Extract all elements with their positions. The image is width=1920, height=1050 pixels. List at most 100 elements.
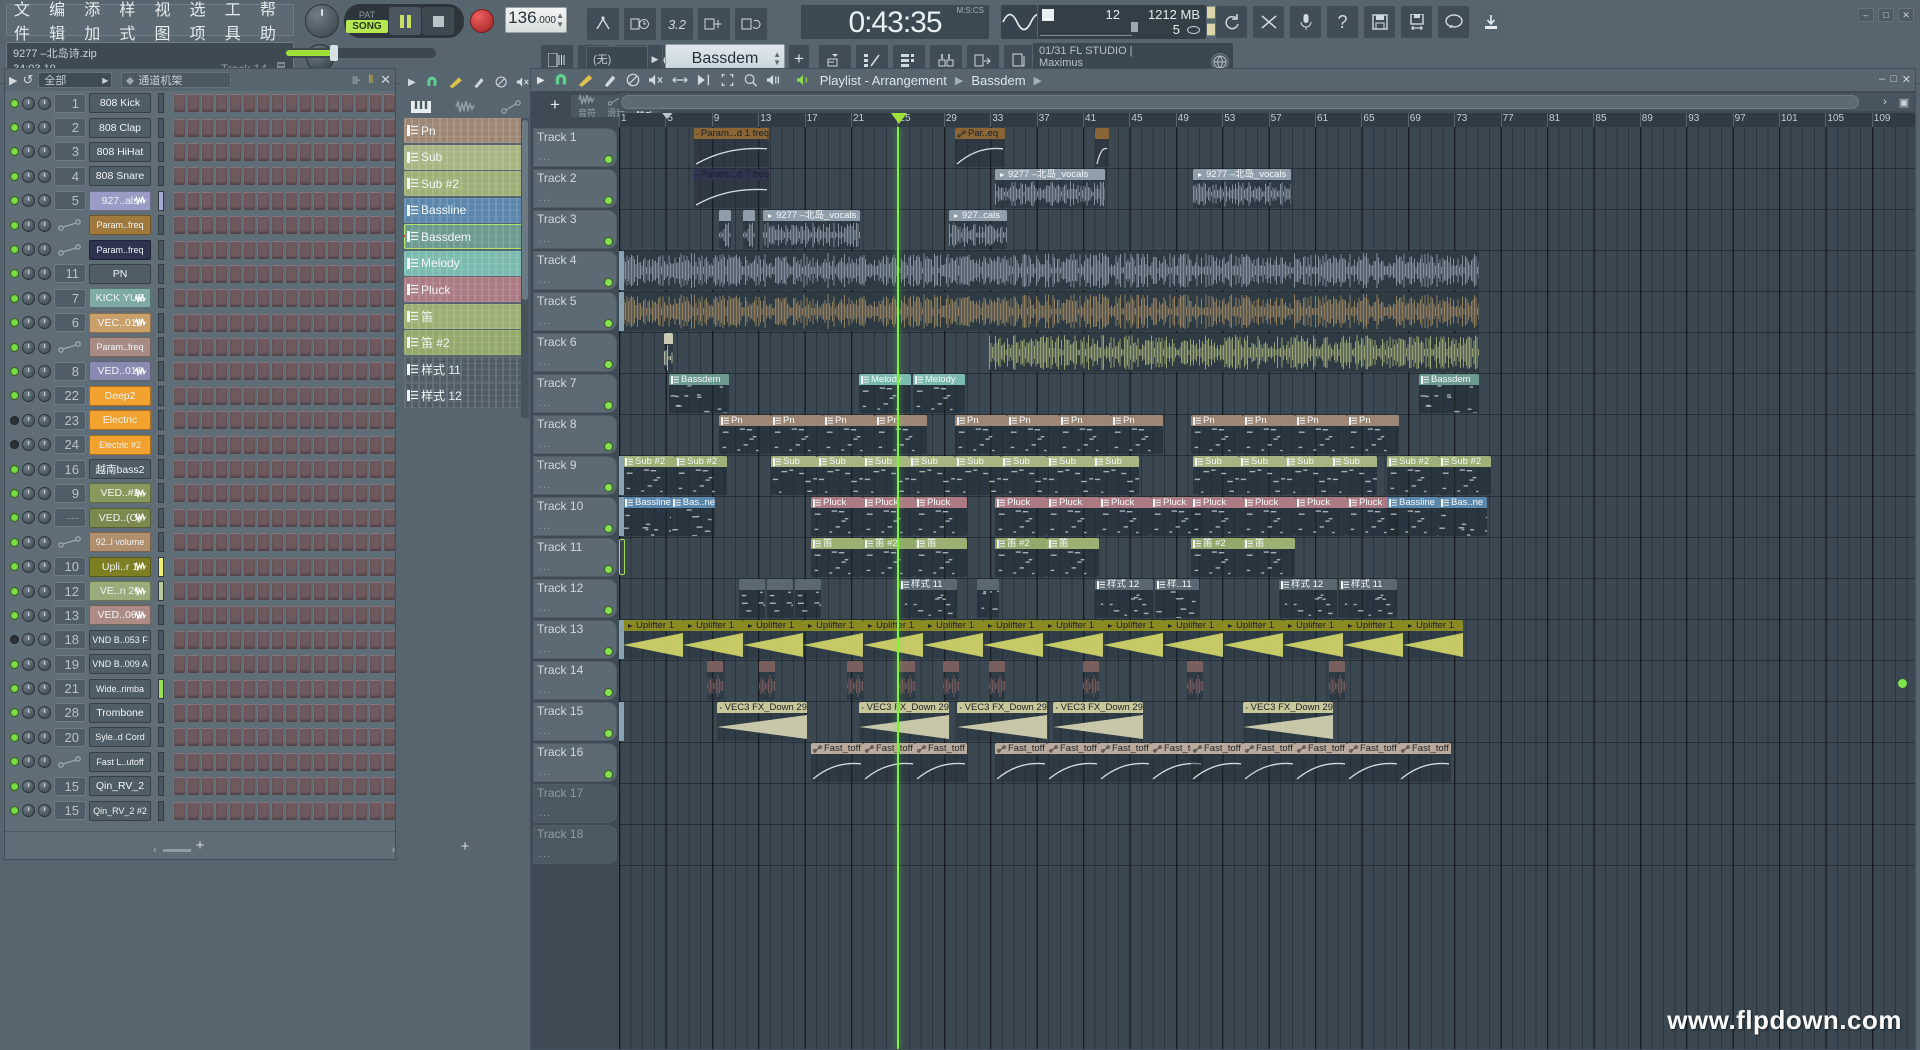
step-cell[interactable] xyxy=(257,777,269,796)
step-cell[interactable] xyxy=(341,655,353,674)
step-cell[interactable] xyxy=(341,289,353,308)
channel-number[interactable]: 20 xyxy=(54,727,86,747)
step-cell[interactable] xyxy=(369,118,381,137)
playlist-clip[interactable]: Pn xyxy=(1347,415,1399,454)
clip-header[interactable]: Sub xyxy=(1285,456,1331,467)
channel-mute-led[interactable] xyxy=(10,464,19,474)
loop-keyboard-icon[interactable] xyxy=(734,7,768,41)
channel-name-button[interactable]: 92..l volume xyxy=(89,532,151,553)
playlist-menu-icon[interactable]: ▶ xyxy=(537,75,545,86)
clip-header[interactable]: Uplifter 1 xyxy=(1283,620,1343,631)
step-cell[interactable] xyxy=(313,240,325,259)
step-cell[interactable] xyxy=(229,435,241,454)
clip-header[interactable]: Fast_toff xyxy=(1347,743,1399,754)
maximize-button[interactable]: □ xyxy=(1878,8,1894,22)
channel-name-button[interactable]: VED..061 xyxy=(89,605,151,626)
help-icon[interactable]: ? xyxy=(1326,5,1359,39)
step-cell[interactable] xyxy=(187,752,199,771)
step-cell[interactable] xyxy=(243,533,255,552)
clip-header[interactable]: Pn xyxy=(1191,415,1243,426)
step-cell[interactable] xyxy=(173,289,185,308)
playlist-clip[interactable] xyxy=(1095,128,1109,167)
refresh-icon[interactable] xyxy=(1215,5,1248,39)
clip-header[interactable]: Fast_toff xyxy=(1399,743,1451,754)
step-cell[interactable] xyxy=(369,435,381,454)
clip-header[interactable]: 笛 #2 xyxy=(995,538,1047,549)
track-enable-led[interactable] xyxy=(604,729,613,738)
step-cell[interactable] xyxy=(257,289,269,308)
clip-header[interactable] xyxy=(719,210,731,221)
step-cell[interactable] xyxy=(383,289,395,308)
playlist-clip[interactable]: Melody xyxy=(859,374,911,413)
playlist-clip[interactable]: Sub xyxy=(909,456,955,495)
clip-header[interactable]: Fast_toff xyxy=(863,743,915,754)
step-cell[interactable] xyxy=(243,557,255,576)
track-enable-led[interactable] xyxy=(604,770,613,779)
channel-pan-knob[interactable] xyxy=(22,194,35,208)
step-cell[interactable] xyxy=(383,167,395,186)
clip-header[interactable] xyxy=(989,661,1005,672)
step-cell[interactable] xyxy=(243,289,255,308)
step-cell[interactable] xyxy=(327,118,339,137)
clip-header[interactable]: Sub xyxy=(771,456,817,467)
step-cell[interactable] xyxy=(173,630,185,649)
step-cell[interactable] xyxy=(355,142,367,161)
step-cell[interactable] xyxy=(313,606,325,625)
step-cell[interactable] xyxy=(313,484,325,503)
channel-number[interactable]: 15 xyxy=(54,801,86,821)
step-cell[interactable] xyxy=(313,191,325,210)
step-cell[interactable] xyxy=(271,801,283,820)
step-cell[interactable] xyxy=(201,728,213,747)
step-cell[interactable] xyxy=(229,630,241,649)
step-cell[interactable] xyxy=(257,191,269,210)
step-cell[interactable] xyxy=(271,118,283,137)
channel-mute-led[interactable] xyxy=(10,537,19,547)
step-cell[interactable] xyxy=(383,630,395,649)
step-cell[interactable] xyxy=(229,240,241,259)
save-icon[interactable] xyxy=(1363,5,1396,39)
clip-header[interactable]: 笛 xyxy=(1047,538,1099,549)
step-cell[interactable] xyxy=(313,386,325,405)
step-cell[interactable] xyxy=(229,484,241,503)
step-cell[interactable] xyxy=(369,167,381,186)
playlist-clip[interactable]: Pn xyxy=(1191,415,1243,454)
playlist-clip[interactable]: Uplifter 1 xyxy=(803,620,863,659)
clip-header[interactable]: 9277 –北岛_vocals xyxy=(995,169,1105,180)
step-cell[interactable] xyxy=(229,167,241,186)
step-cell[interactable] xyxy=(173,606,185,625)
step-cell[interactable] xyxy=(173,338,185,357)
step-cell[interactable] xyxy=(327,289,339,308)
track-options-dots[interactable]: ... xyxy=(539,233,551,245)
channel-mute-led[interactable] xyxy=(10,732,19,742)
channel-row[interactable]: 21 Wide..rimba xyxy=(5,676,395,700)
pattern-item[interactable]: Sub #2 xyxy=(404,171,527,196)
step-cell[interactable] xyxy=(355,264,367,283)
playlist-minimize-icon[interactable]: – xyxy=(1879,73,1885,86)
clip-header[interactable] xyxy=(707,661,723,672)
channel-pan-knob[interactable] xyxy=(22,657,35,671)
clip-header[interactable]: Pn xyxy=(771,415,823,426)
track-options-dots[interactable]: ... xyxy=(539,848,551,860)
step-cell[interactable] xyxy=(299,777,311,796)
track-enable-led[interactable] xyxy=(604,483,613,492)
pattern-item[interactable]: Pluck xyxy=(404,277,527,302)
step-sequencer-cells[interactable] xyxy=(173,533,395,552)
playlist-clip[interactable]: Sub xyxy=(863,456,909,495)
step-cell[interactable] xyxy=(201,411,213,430)
playlist-clip[interactable]: Pn xyxy=(823,415,875,454)
playlist-clip[interactable]: Uplifter 1 xyxy=(1163,620,1223,659)
step-cell[interactable] xyxy=(271,703,283,722)
channel-pan-knob[interactable] xyxy=(22,413,35,427)
clip-header[interactable]: Pn xyxy=(1059,415,1111,426)
step-cell[interactable] xyxy=(341,557,353,576)
step-cell[interactable] xyxy=(285,777,297,796)
step-cell[interactable] xyxy=(383,484,395,503)
step-cell[interactable] xyxy=(369,338,381,357)
step-cell[interactable] xyxy=(341,167,353,186)
step-cell[interactable] xyxy=(229,142,241,161)
channel-row[interactable]: 3 808 HiHat xyxy=(5,140,395,164)
step-sequencer-cells[interactable] xyxy=(173,289,395,308)
step-cell[interactable] xyxy=(257,582,269,600)
channel-number[interactable]: 18 xyxy=(54,630,86,650)
pattern-item[interactable]: Bassdem xyxy=(404,224,527,249)
